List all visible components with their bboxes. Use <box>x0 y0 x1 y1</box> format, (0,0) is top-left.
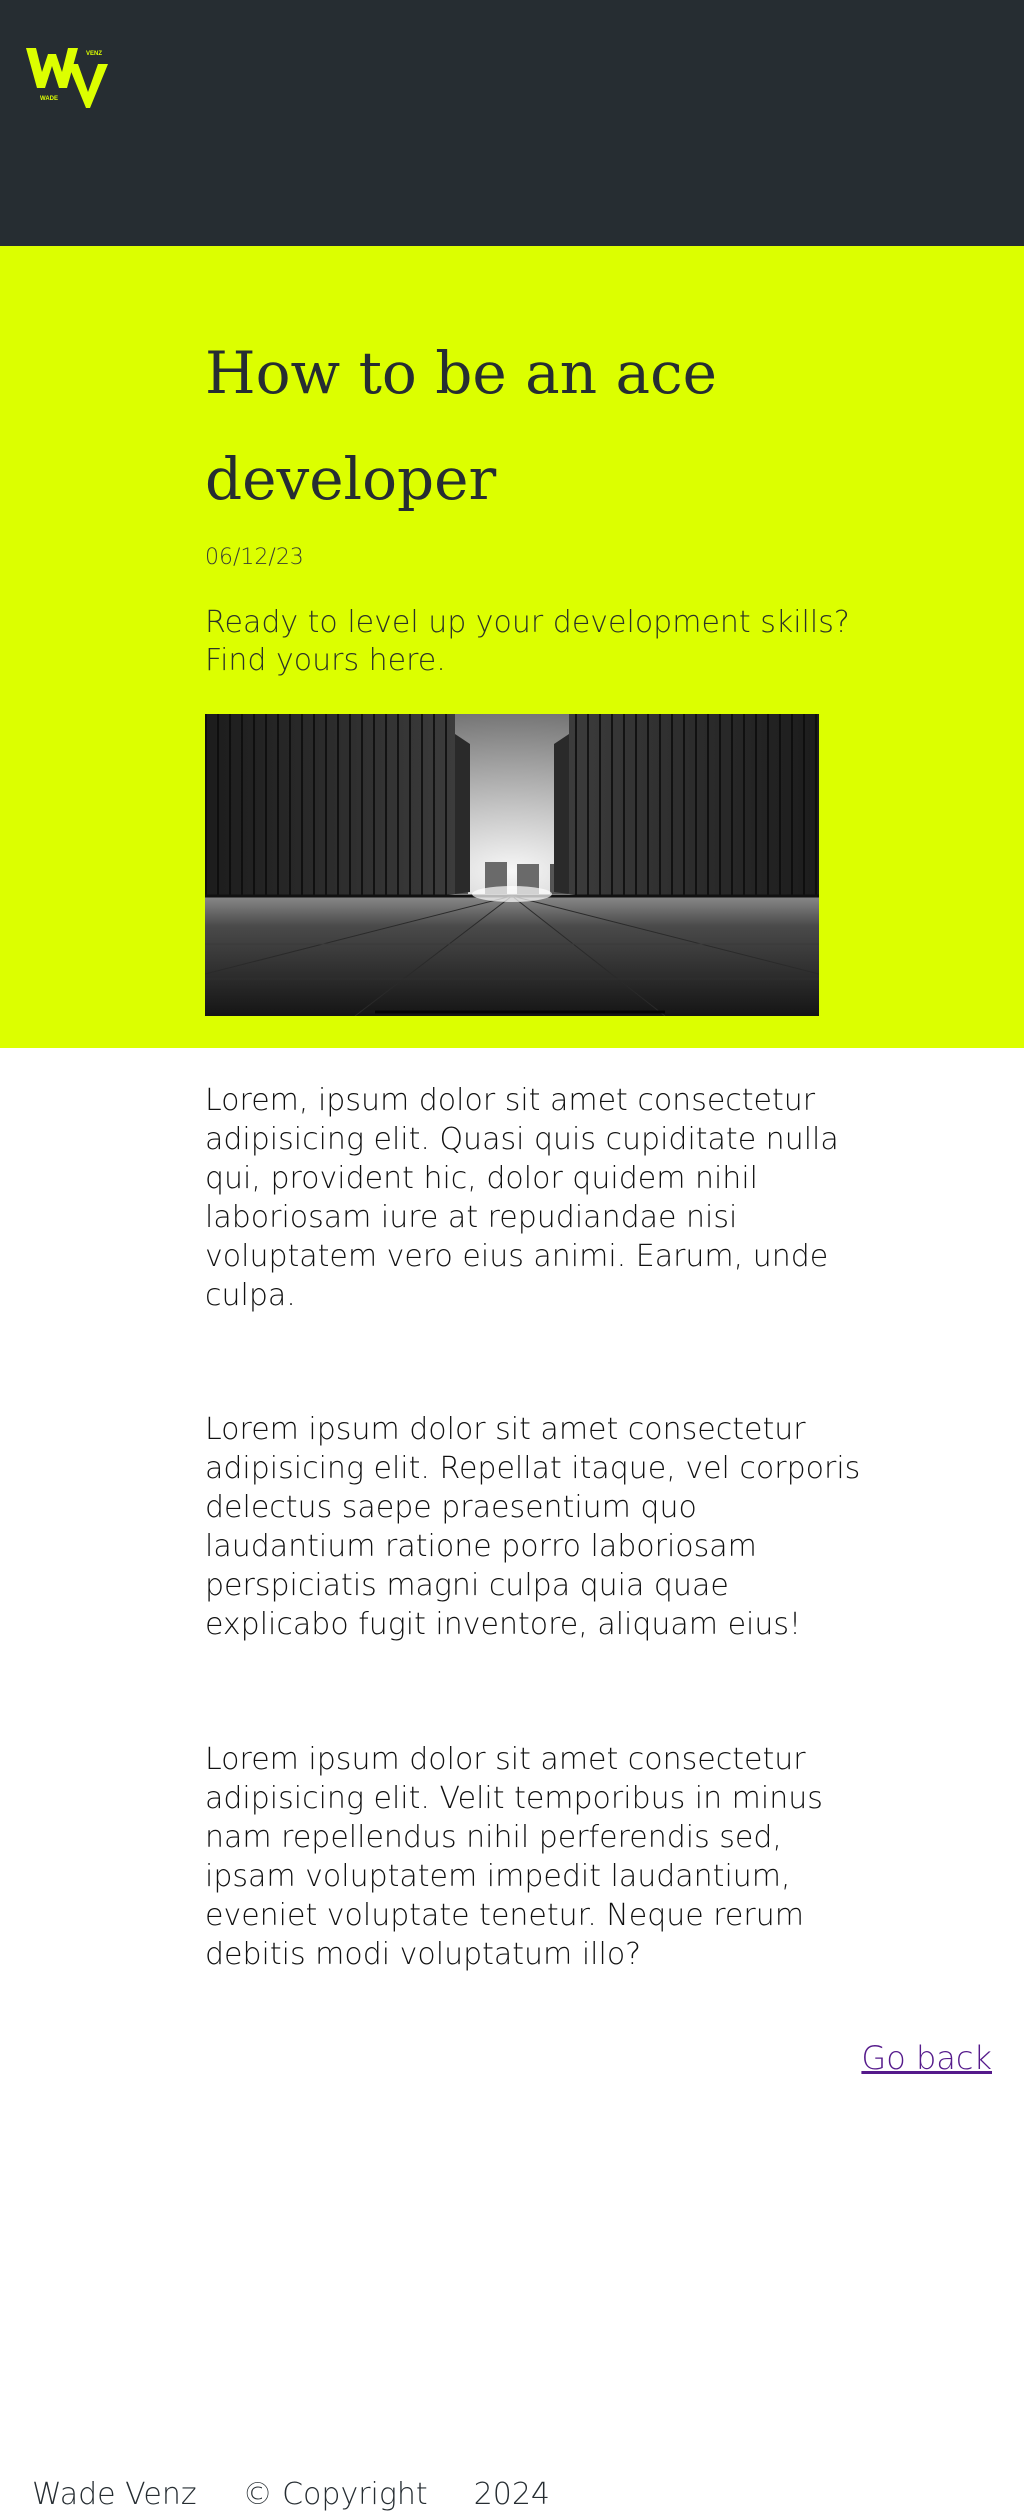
post-title: How to be an ace developer <box>205 339 717 513</box>
post-paragraph: Lorem ipsum dolor sit amet consectetur a… <box>205 1742 823 1972</box>
logo-small-last: VENZ <box>86 51 102 57</box>
site-header: VENZ WADE <box>0 0 1024 246</box>
footer-name: Wade Venz <box>32 2476 197 2512</box>
post-subtitle: Ready to level up your development skill… <box>205 605 850 678</box>
footer-copyright: © Copyright <box>242 2476 428 2512</box>
post-paragraph: Lorem, ipsum dolor sit amet consectetur … <box>205 1083 839 1313</box>
footer-year: 2024 <box>473 2476 551 2512</box>
wv-logo[interactable]: VENZ WADE <box>26 44 118 110</box>
hero-image <box>205 714 819 1016</box>
post-date: 06/12/23 <box>205 545 304 570</box>
site-footer: Wade Venz © Copyright 2024 <box>32 2474 596 2514</box>
post-paragraph: Lorem ipsum dolor sit amet consectetur a… <box>205 1412 861 1642</box>
logo-small-first: WADE <box>40 96 58 102</box>
go-back-link[interactable]: Go back <box>861 2038 992 2078</box>
